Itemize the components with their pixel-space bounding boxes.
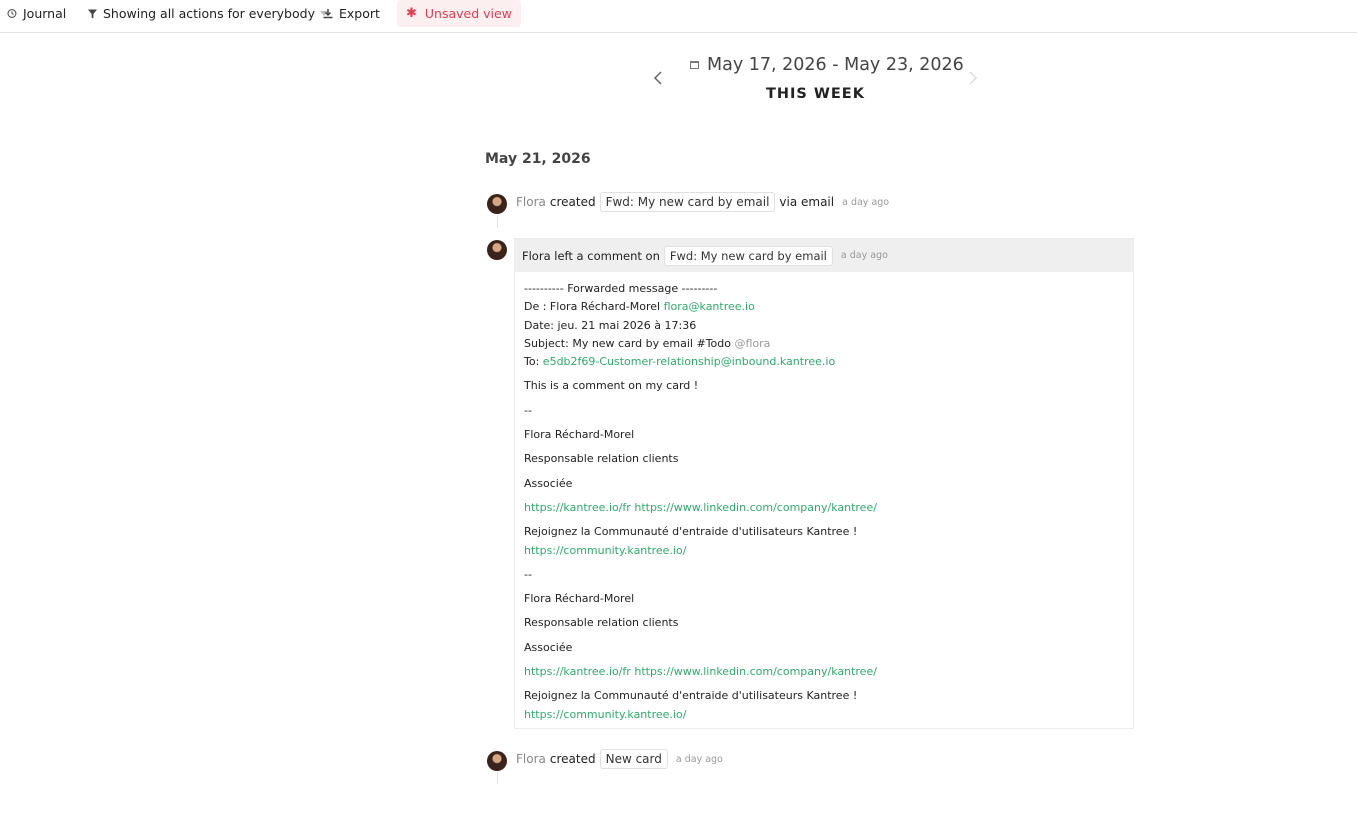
activity-item: Flora created New card a day ago — [516, 749, 723, 769]
avatar[interactable] — [487, 751, 507, 771]
from-label: De : Flora Réchard-Morel — [524, 300, 661, 314]
comment-header: Flora left a comment on Fwd: My new card… — [515, 239, 1133, 272]
signature-links: https://kantree.io/fr https://www.linked… — [524, 663, 1133, 681]
comment-body: ---------- Forwarded message --------- D… — [515, 272, 1133, 724]
signature-name: Flora Réchard-Morel — [524, 592, 635, 606]
email-link[interactable]: e5db2f69-Customer-relationship@inbound.k… — [543, 355, 835, 368]
timestamp: a day ago — [840, 250, 888, 261]
avatar[interactable] — [487, 194, 507, 214]
download-icon — [323, 8, 333, 18]
timeline-connector — [497, 214, 498, 228]
journal-button[interactable]: Journal — [6, 0, 66, 27]
history-icon — [7, 9, 17, 18]
user-link[interactable]: Flora — [516, 195, 546, 209]
activity-item: Flora created Fwd: My new card by email … — [516, 192, 889, 212]
chevron-left-icon[interactable] — [652, 70, 666, 86]
day-heading: May 21, 2026 — [485, 151, 591, 167]
toolbar: Journal Showing all actions for everybod… — [0, 0, 1357, 33]
signature-role: Responsable relation clients — [524, 616, 679, 630]
timestamp: a day ago — [675, 753, 723, 765]
activity-verb: created — [549, 195, 596, 209]
week-label: THIS WEEK — [766, 86, 865, 102]
subject-text: Subject: My new card by email #Todo — [524, 336, 731, 350]
community-link[interactable]: https://community.kantree.io/ — [524, 708, 686, 721]
export-label: Export — [339, 6, 380, 21]
filter-label: Showing all actions for everybody — [103, 6, 315, 21]
linkedin-link[interactable]: https://www.linkedin.com/company/kantree… — [634, 501, 877, 514]
mention-link[interactable]: @flora — [734, 337, 770, 350]
card-link[interactable]: Fwd: My new card by email — [599, 192, 776, 212]
community-line: https://community.kantree.io/ — [524, 706, 1133, 724]
signature-title: Associée — [524, 476, 573, 490]
signature-name: Flora Réchard-Morel — [524, 428, 635, 442]
activity-verb: created — [549, 752, 596, 766]
calendar-icon — [690, 61, 699, 69]
from-line: De : Flora Réchard-Morel flora@kantree.i… — [524, 298, 1133, 316]
filter-dropdown[interactable]: Showing all actions for everybody — [88, 0, 328, 27]
community-text: Rejoignez la Communauté d'entraide d'uti… — [524, 525, 858, 539]
timeline-connector — [497, 770, 498, 784]
signature-role: Responsable relation clients — [524, 452, 679, 466]
date-range-text: May 17, 2026 - May 23, 2026 — [707, 55, 964, 75]
date-range: May 17, 2026 - May 23, 2026 — [690, 55, 964, 75]
comment-card: Flora left a comment on Fwd: My new card… — [514, 238, 1134, 729]
to-label: To: — [524, 355, 540, 369]
unsaved-label: Unsaved view — [424, 6, 512, 21]
signature-separator: -- — [524, 403, 532, 417]
activity-suffix: via email — [779, 195, 835, 209]
comment-header-text: Flora left a comment on — [522, 248, 660, 263]
to-line: To: e5db2f69-Customer-relationship@inbou… — [524, 353, 1133, 371]
community-link[interactable]: https://community.kantree.io/ — [524, 544, 686, 557]
user-link[interactable]: Flora — [516, 752, 546, 766]
subject-line: Subject: My new card by email #Todo @flo… — [524, 335, 1133, 353]
filter-icon — [88, 9, 97, 18]
signature-links: https://kantree.io/fr https://www.linked… — [524, 499, 1133, 517]
chevron-right-icon[interactable] — [966, 70, 980, 86]
signature-title: Associée — [524, 640, 573, 654]
linkedin-link[interactable]: https://www.linkedin.com/company/kantree… — [634, 665, 877, 678]
forwarded-line: ---------- Forwarded message --------- — [524, 282, 718, 295]
message-text: This is a comment on my card ! — [524, 379, 699, 393]
kantree-link[interactable]: https://kantree.io/fr — [524, 665, 631, 678]
export-button[interactable]: Export — [323, 0, 380, 27]
timestamp: a day ago — [842, 196, 890, 208]
unsaved-view-button[interactable]: ✱ Unsaved view — [397, 0, 521, 27]
avatar[interactable] — [487, 240, 507, 260]
date-line: Date: jeu. 21 mai 2026 à 17:36 — [524, 318, 697, 332]
card-link[interactable]: New card — [599, 749, 668, 769]
signature-separator: -- — [524, 567, 532, 581]
community-text: Rejoignez la Communauté d'entraide d'uti… — [524, 689, 858, 703]
email-link[interactable]: flora@kantree.io — [664, 300, 755, 313]
card-link[interactable]: Fwd: My new card by email — [663, 245, 833, 266]
asterisk-icon: ✱ — [406, 6, 417, 21]
community-line: https://community.kantree.io/ — [524, 542, 1133, 560]
journal-label: Journal — [23, 6, 67, 21]
kantree-link[interactable]: https://kantree.io/fr — [524, 501, 631, 514]
